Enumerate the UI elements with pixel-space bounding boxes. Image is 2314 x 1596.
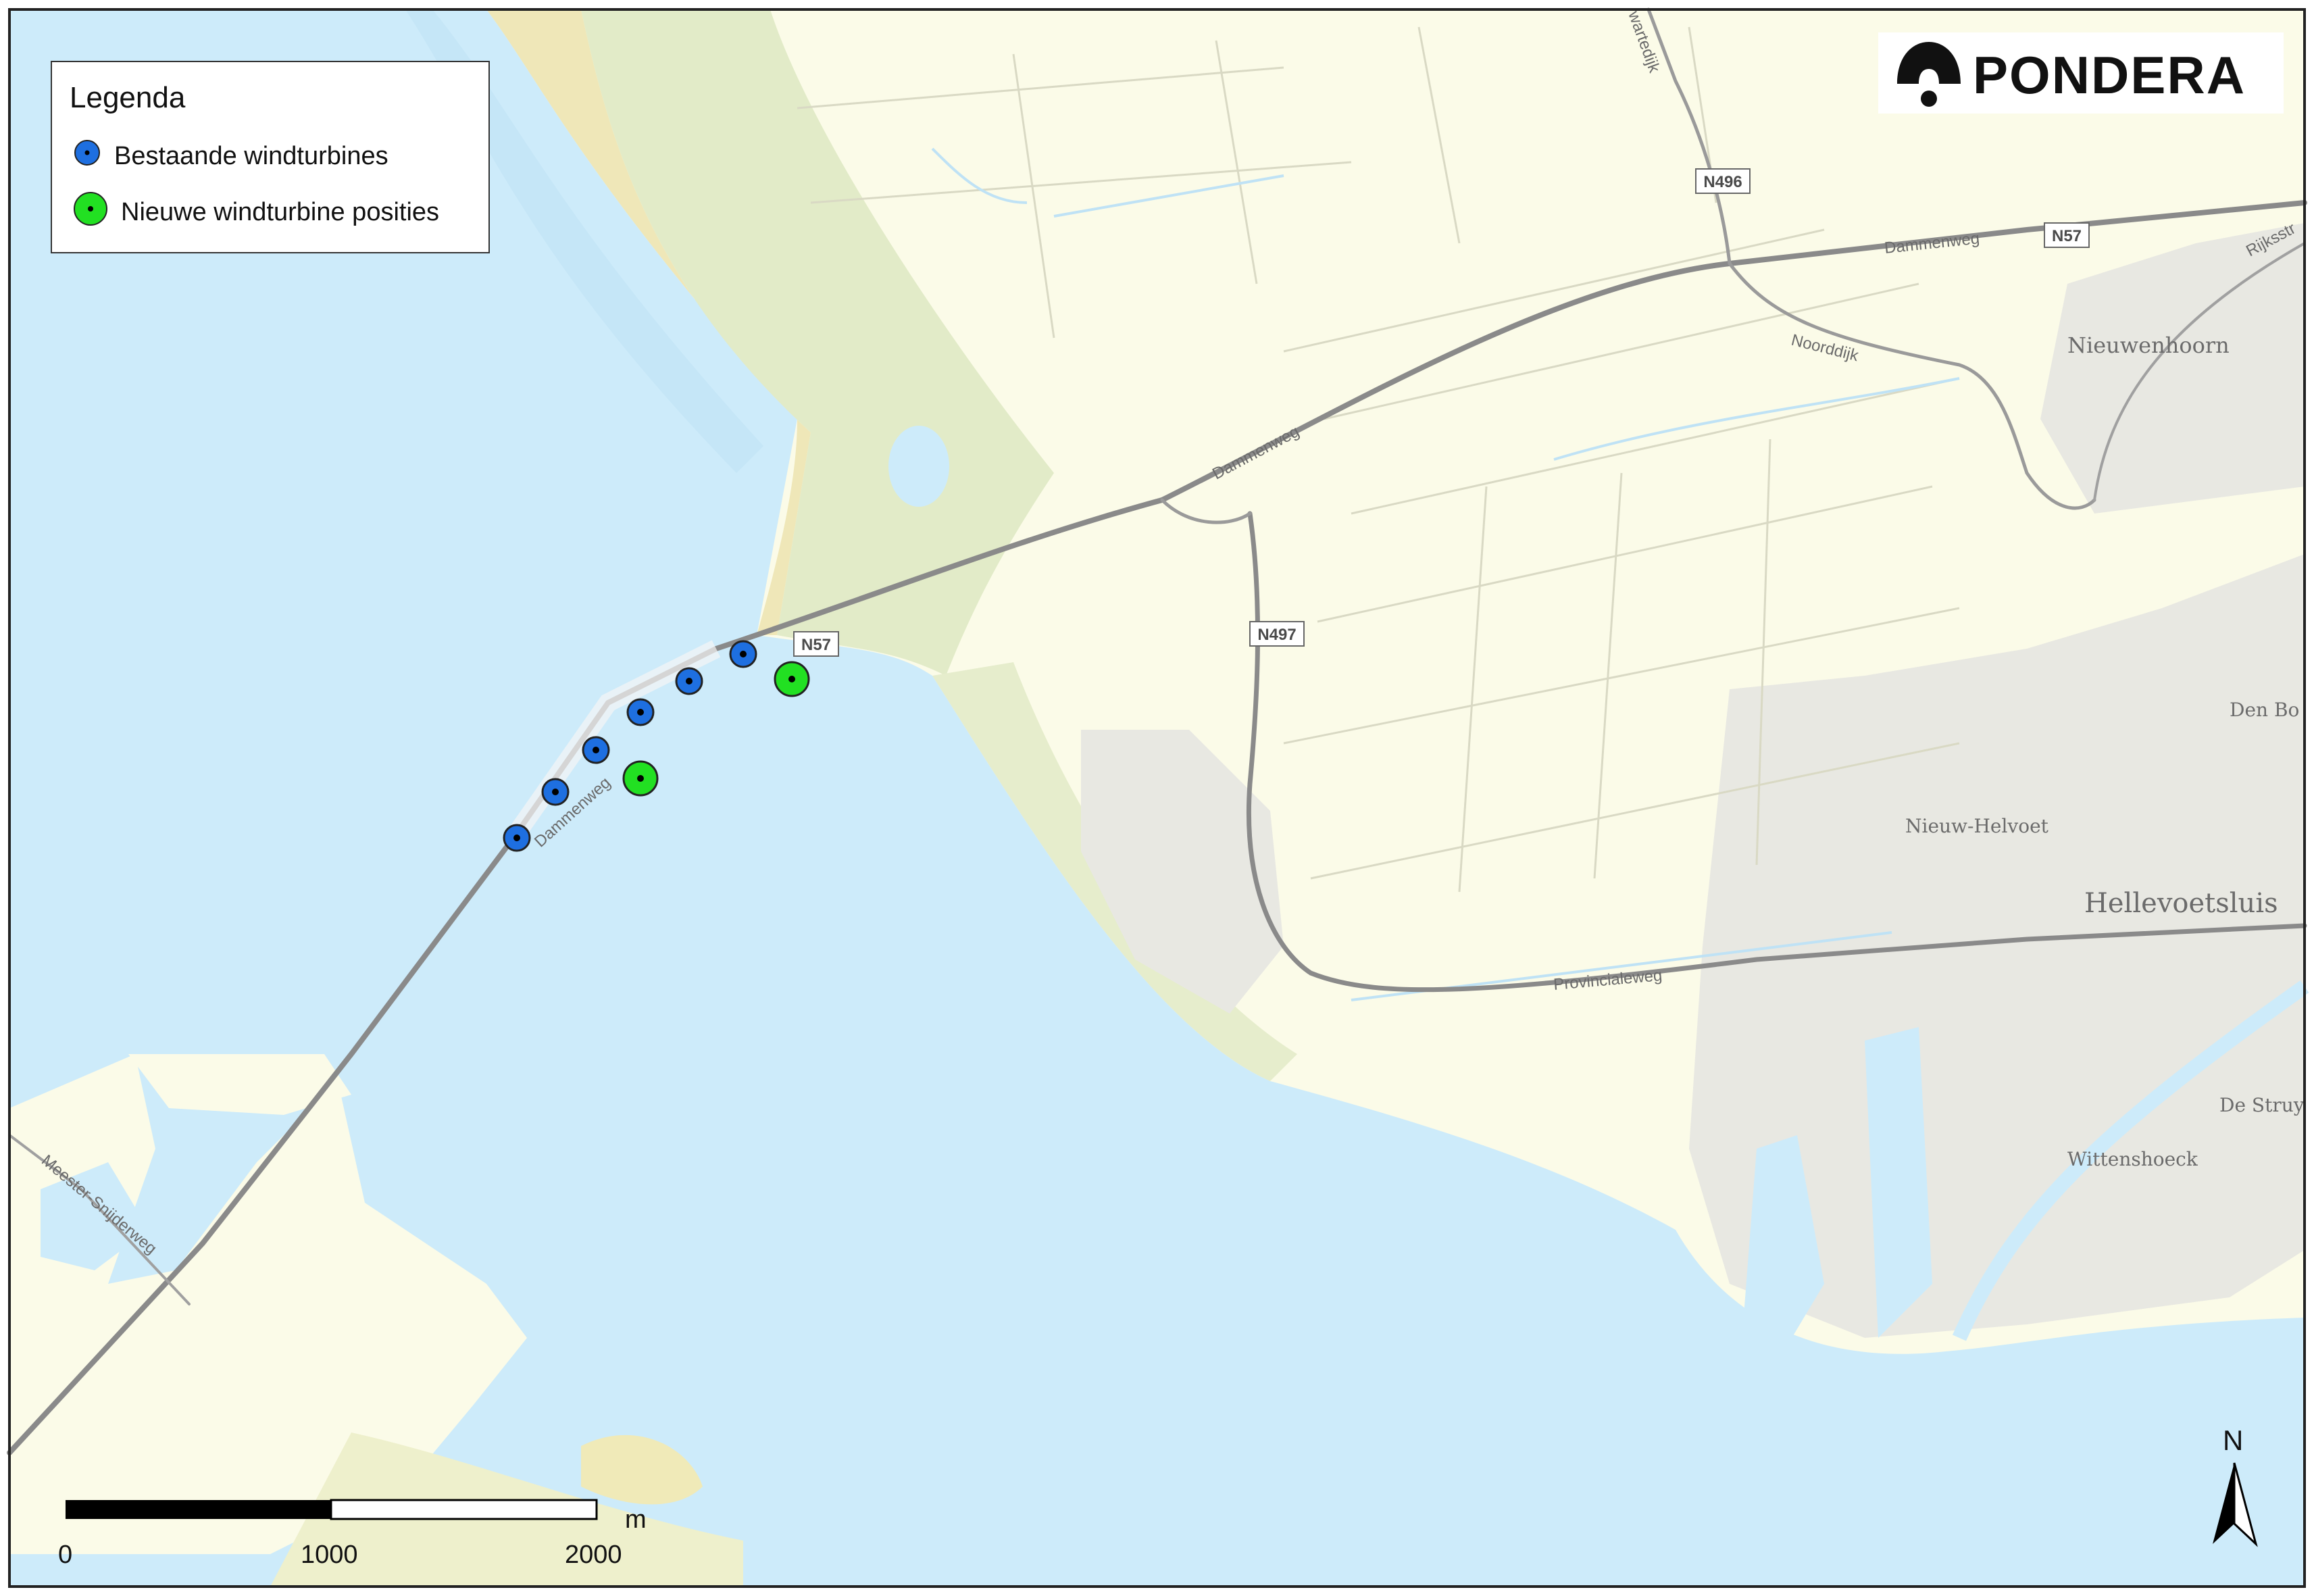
legend-box: Legenda Bestaande windturbines Nieuwe wi… [51,61,490,253]
existing-turbine-marker [582,736,610,764]
dune-lake [888,426,949,507]
pondera-logo: PONDERA [1878,32,2284,114]
legend-item-existing: Bestaande windturbines [72,138,388,174]
north-label: N [2223,1424,2244,1456]
scale-tick-0: 0 [58,1541,73,1569]
logo-text: PONDERA [1973,45,2246,105]
legend-item-new: Nieuwe windturbine posities [72,191,439,234]
scale-tick-2000: 2000 [565,1541,622,1569]
shield-n57-top: N57 [2044,222,2090,248]
scale-tick-1000: 1000 [301,1541,358,1569]
legend-title: Legenda [70,81,186,114]
shield-n57-dam: N57 [793,631,839,657]
existing-turbine-icon [72,138,102,174]
place-nieuw-helvoet: Nieuw-Helvoet [1905,815,2049,837]
existing-turbine-marker [503,824,531,852]
scale-segment-black [66,1500,331,1519]
legend-label-existing: Bestaande windturbines [114,141,388,170]
svg-text:N57: N57 [801,636,831,654]
place-hellevoetsluis: Hellevoetsluis [2084,888,2278,919]
svg-text:N57: N57 [2052,227,2082,245]
scale-unit: m [625,1505,647,1534]
existing-turbine-marker [626,698,655,726]
pondera-logo-icon [1897,42,1961,107]
existing-turbine-marker [729,640,757,668]
svg-text:N497: N497 [1257,626,1296,644]
existing-turbine-marker [675,667,703,695]
shield-n496: N496 [1695,168,1751,194]
scale-segment-white [330,1499,598,1520]
legend-label-new: Nieuwe windturbine posities [121,197,440,226]
new-turbine-icon [72,191,109,234]
place-de-struyten: De Struy [2219,1094,2305,1116]
place-nieuwenhoorn: Nieuwenhoorn [2067,332,2230,358]
new-turbine-marker [774,661,810,697]
place-wittenshoeck: Wittenshoeck [2067,1148,2198,1170]
scale-bar [66,1499,598,1520]
existing-turbine-marker [541,778,570,806]
place-den-bommel: Den Bo [2230,699,2299,721]
new-turbine-marker [622,760,659,797]
shield-n497: N497 [1249,621,1305,647]
svg-text:N496: N496 [1703,173,1742,191]
